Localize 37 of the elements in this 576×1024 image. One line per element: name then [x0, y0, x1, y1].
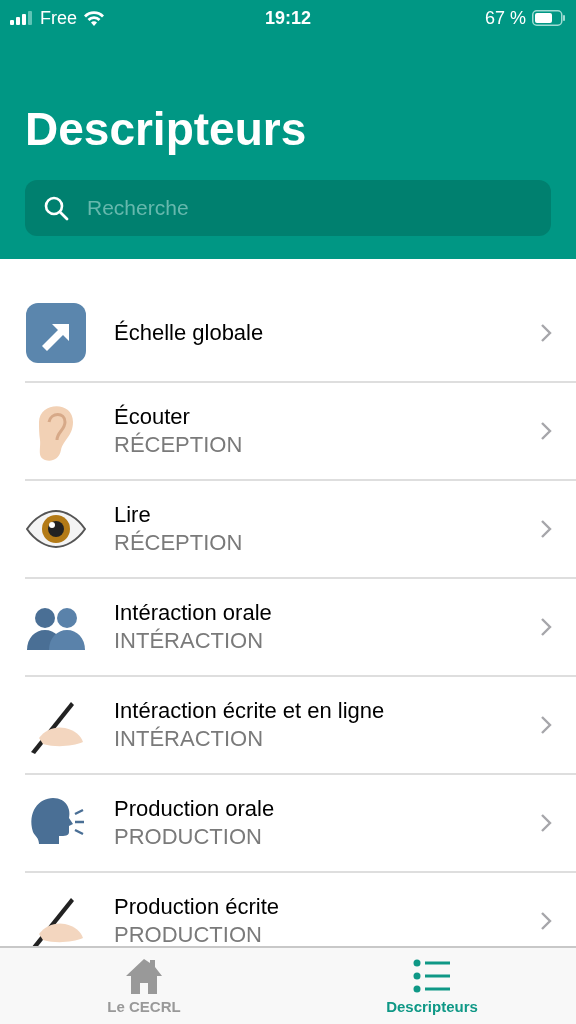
- item-title: Intéraction orale: [114, 600, 273, 626]
- item-category: RÉCEPTION: [114, 530, 244, 556]
- chevron-icon: [540, 421, 552, 441]
- chevron-icon: [540, 813, 552, 833]
- clock-time: 19:12: [265, 7, 311, 29]
- chevron-icon: [540, 715, 552, 735]
- list-item[interactable]: Écouter RÉCEPTION: [25, 383, 576, 481]
- carrier-name: Free: [40, 7, 77, 29]
- chevron-icon: [540, 323, 552, 343]
- item-title: Production écrite: [114, 894, 281, 920]
- item-category: PRODUCTION: [114, 922, 263, 946]
- search-icon: [43, 195, 69, 221]
- list-item[interactable]: Échelle globale: [25, 285, 576, 383]
- battery-icon: [532, 10, 566, 26]
- item-title: Production orale: [114, 796, 276, 822]
- list-item[interactable]: Production orale PRODUCTION: [25, 775, 576, 873]
- signal-icon: [10, 11, 34, 25]
- home-icon: [125, 958, 163, 994]
- list-icon: [413, 958, 451, 994]
- chevron-icon: [540, 617, 552, 637]
- battery-percentage: 67 %: [484, 7, 526, 29]
- page-title: Descripteurs: [25, 102, 308, 157]
- list-item[interactable]: Lire RÉCEPTION: [25, 481, 576, 579]
- item-category: PRODUCTION: [114, 824, 263, 850]
- item-category: RÉCEPTION: [114, 432, 244, 458]
- item-title: Lire: [114, 502, 152, 528]
- wifi-icon: [83, 10, 105, 26]
- search-field[interactable]: Recherche: [25, 180, 551, 236]
- chevron-icon: [540, 911, 552, 931]
- item-category: INTÉRACTION: [114, 726, 265, 752]
- list-item[interactable]: Intéraction orale INTÉRACTION: [25, 579, 576, 677]
- item-title: Échelle globale: [114, 320, 265, 346]
- list-item[interactable]: Intéraction écrite et en ligne INTÉRACTION: [25, 677, 576, 775]
- chevron-icon: [540, 519, 552, 539]
- item-title: Intéraction écrite et en ligne: [114, 698, 386, 724]
- item-title: Écouter: [114, 404, 191, 430]
- item-category: INTÉRACTION: [114, 628, 265, 654]
